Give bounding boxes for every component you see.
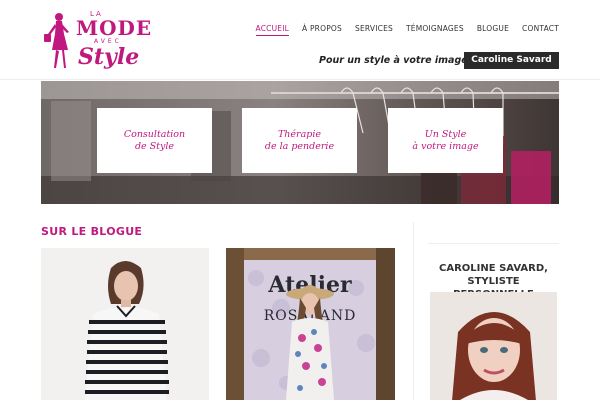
header-tagline: Pour un style à votre image — [319, 55, 468, 66]
service-card-label: Thérapie de la penderie — [264, 128, 335, 152]
blog-post-card[interactable] — [41, 248, 209, 400]
site-header: LA MODE AVEC Style ACCUEIL À PROPOS SERV… — [0, 0, 600, 80]
service-card-label: Consultation de Style — [123, 128, 186, 152]
service-card-label: Un Style à votre image — [412, 128, 479, 152]
woman-striped-sweater-photo — [41, 248, 209, 400]
blog-section-title: SUR LE BLOGUE — [41, 225, 143, 238]
logo-mode-text: MODE — [76, 16, 153, 40]
nav-item-blogue[interactable]: BLOGUE — [477, 24, 509, 36]
service-card-consultation[interactable]: Consultation de Style — [97, 108, 212, 173]
hero-banner: Consultation de Style Thérapie de la pen… — [41, 81, 559, 204]
caroline-savard-portrait — [430, 292, 557, 400]
main-nav: ACCUEIL À PROPOS SERVICES TÉMOIGNAGES BL… — [255, 24, 559, 36]
logo-style-text: Style — [78, 44, 140, 70]
nav-item-a-propos[interactable]: À PROPOS — [302, 24, 342, 36]
nav-item-services[interactable]: SERVICES — [355, 24, 393, 36]
blog-post-card[interactable]: Atelier ROSALAND — [226, 248, 395, 400]
sidebar-profile: CAROLINE SAVARD, STYLISTE PERSONNELLE — [428, 243, 559, 400]
service-card-un-style[interactable]: Un Style à votre image — [388, 108, 503, 173]
caroline-savard-button[interactable]: Caroline Savard — [464, 52, 559, 69]
nav-item-temoignages[interactable]: TÉMOIGNAGES — [406, 24, 464, 36]
nav-item-accueil[interactable]: ACCUEIL — [255, 24, 290, 36]
sidebar-divider — [413, 222, 414, 400]
nav-item-contact[interactable]: CONTACT — [522, 24, 559, 36]
fashion-figure-icon — [44, 13, 69, 68]
service-card-therapie[interactable]: Thérapie de la penderie — [242, 108, 357, 173]
site-logo[interactable]: LA MODE AVEC Style — [42, 8, 151, 72]
woman-atelier-event-photo: Atelier ROSALAND — [226, 248, 395, 400]
